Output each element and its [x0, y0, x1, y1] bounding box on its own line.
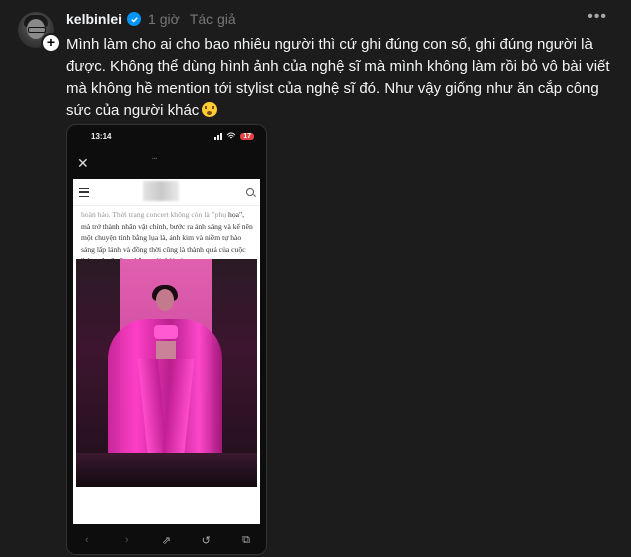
search-icon[interactable] [246, 188, 254, 196]
article-page: hoàn hảo. Thời trang concert không còn l… [73, 179, 260, 524]
post-time: 1 giờ [148, 11, 180, 27]
blurred-logo [143, 181, 179, 201]
verified-badge-icon [127, 12, 142, 26]
status-time: 13:14 [91, 131, 112, 141]
browser-topbar: ✕ ▪▪▪ [67, 147, 266, 179]
more-icon[interactable]: ••• [587, 8, 607, 26]
follow-plus-icon[interactable]: + [41, 33, 61, 53]
chevron-right-icon[interactable]: › [119, 534, 135, 546]
post-text: Mình làm cho ai cho bao nhiêu người thì … [66, 34, 611, 122]
article-nav [73, 179, 260, 206]
history-icon[interactable]: ↺ [198, 534, 214, 547]
username[interactable]: kelbinlei [66, 11, 122, 27]
blurred-url: ▪▪▪ [152, 156, 158, 162]
attached-screenshot[interactable]: 13:14 17 ✕ ▪▪▪ hoàn hảo. Thời trang conc… [66, 124, 267, 555]
post-header: kelbinlei 1 giờ Tác giả [66, 9, 236, 29]
menu-icon[interactable] [79, 187, 89, 197]
tabs-icon[interactable]: ⧉ [238, 534, 254, 547]
battery-badge: 17 [240, 132, 254, 140]
wifi-icon [226, 132, 236, 139]
avatar[interactable]: + [18, 12, 61, 53]
close-icon[interactable]: ✕ [77, 155, 89, 172]
article-text-faded: hoàn hảo. Thời trang concert không còn l… [81, 210, 227, 219]
chevron-left-icon[interactable]: ‹ [79, 534, 95, 546]
post-body: Mình làm cho ai cho bao nhiêu người thì … [66, 36, 610, 119]
share-icon[interactable]: ⇗ [158, 534, 174, 547]
flushed-emoji-icon [202, 102, 218, 117]
phone-status-bar: 13:14 17 [67, 125, 266, 147]
article-photo [76, 259, 257, 487]
browser-bottom-bar: ‹ › ⇗ ↺ ⧉ [67, 526, 266, 554]
author-tag: Tác giả [189, 11, 236, 27]
signal-icon [214, 132, 223, 140]
article-text: hoàn hảo. Thời trang concert không còn l… [73, 206, 260, 267]
